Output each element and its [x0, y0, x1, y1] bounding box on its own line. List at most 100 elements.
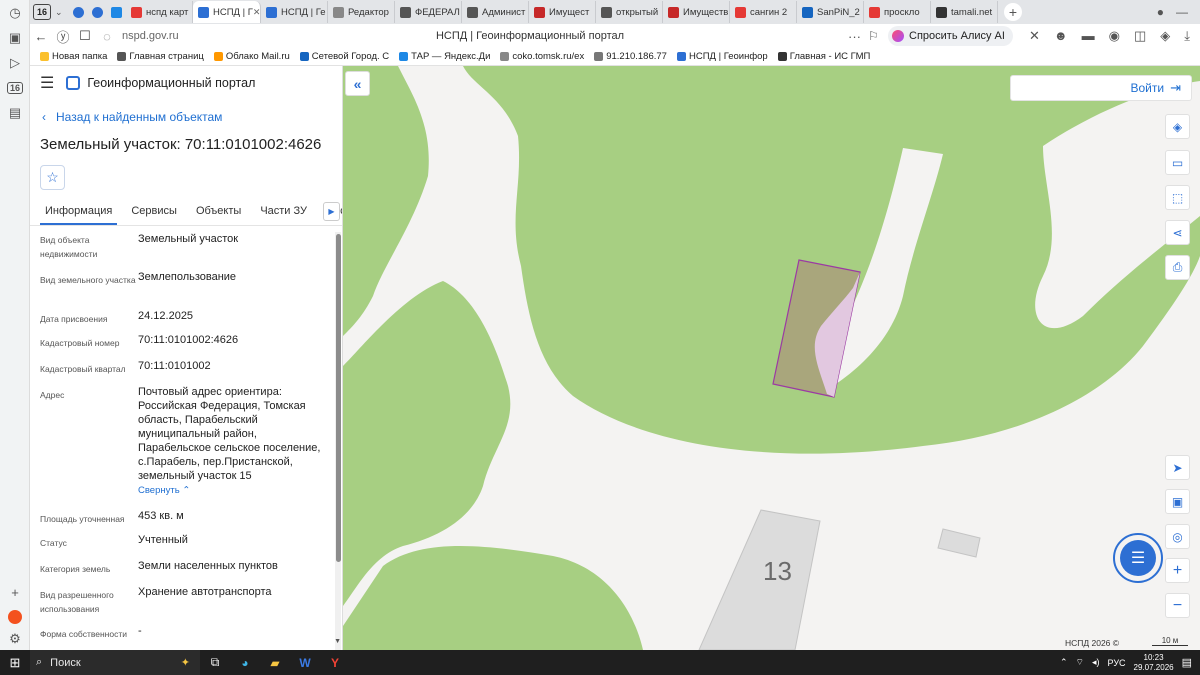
browser-tab[interactable]: нспд карт — [126, 1, 193, 23]
yandex-icon[interactable]: ⓨ — [52, 27, 74, 46]
extension-icon[interactable]: ☻ — [1054, 28, 1068, 44]
browser-tab[interactable]: открытый — [596, 1, 663, 23]
task-view-icon[interactable]: ⧉ — [200, 650, 230, 675]
history-icon[interactable]: ◷ — [0, 0, 30, 25]
collapse-panel-button[interactable]: « — [345, 71, 370, 96]
bookmark-item[interactable]: coko.tomsk.ru/ex — [500, 51, 584, 62]
notifications-icon[interactable]: ▤ — [1182, 656, 1192, 669]
login-button[interactable]: Войти ⇥ — [1010, 75, 1192, 101]
bookmark-item[interactable]: 91.210.186.77 — [594, 51, 667, 62]
panel-tab[interactable]: Части ЗУ — [255, 205, 312, 225]
clock[interactable]: 10:23 29.07.2026 — [1134, 653, 1174, 673]
pinned-tab-icon[interactable] — [111, 6, 122, 18]
add-panel-icon[interactable]: + — [0, 580, 30, 605]
geolocation-button[interactable]: ◎ — [1165, 524, 1190, 549]
bookmark-page-icon[interactable]: ⚐ — [868, 29, 879, 43]
property-row: Вид объекта недвижимости Земельный участо… — [30, 232, 335, 270]
browser-tab[interactable]: Админист — [462, 1, 529, 23]
site-info-icon[interactable]: ◌ — [96, 29, 118, 44]
chat-button[interactable]: ☰ — [1113, 533, 1163, 583]
chevron-down-icon[interactable]: ⌄ — [55, 7, 69, 18]
extension-icon[interactable]: ✕ — [1029, 28, 1040, 44]
language-indicator[interactable]: РУС — [1108, 658, 1126, 668]
file-explorer-icon[interactable]: ▰ — [260, 650, 290, 675]
browser-tab[interactable]: проскло — [864, 1, 931, 23]
select-area-button[interactable]: ⬚ — [1165, 185, 1190, 210]
play-icon[interactable]: ▷ — [0, 50, 30, 75]
edge-icon[interactable]: ◕ — [230, 650, 260, 675]
bookmark-item[interactable]: Главная страниц — [117, 51, 204, 62]
favorite-button[interactable]: ☆ — [40, 165, 65, 190]
feed-icon[interactable]: ▤ — [0, 100, 30, 125]
bookmark-item[interactable]: ТАР — Яндекс.Ди — [399, 51, 490, 62]
property-value-wrap: Земельный участок — [138, 232, 328, 270]
back-link[interactable]: ‹ Назад к найденным объектам — [42, 110, 342, 124]
profile-icon[interactable]: ● — [1157, 5, 1164, 19]
layers-button[interactable]: ◈ — [1165, 114, 1190, 139]
pinned-tab-icon[interactable] — [73, 6, 84, 18]
browser-tab[interactable]: ФЕДЕРАЛ — [395, 1, 462, 23]
back-arrow-icon[interactable]: ← — [30, 29, 52, 44]
url-field[interactable]: nspd.gov.ru — [122, 30, 382, 42]
close-tab-icon[interactable]: ✕ — [253, 7, 260, 18]
scrollbar-thumb[interactable] — [336, 234, 341, 562]
extension-icon[interactable]: ◈ — [1160, 28, 1170, 44]
settings-icon[interactable]: ⚙ — [0, 626, 30, 651]
network-icon[interactable]: ⌔ — [1076, 657, 1084, 668]
collapse-link[interactable]: Свернуть ⌃ — [138, 484, 328, 498]
browser-tab[interactable]: Имущест — [529, 1, 596, 23]
tab-favicon-icon — [266, 6, 277, 18]
browser-tab[interactable]: Редактор — [328, 1, 395, 23]
panel-tab[interactable]: Объекты — [191, 205, 246, 225]
taskbar-search[interactable]: ⌕ Поиск ✦ — [30, 650, 200, 675]
windows-start-icon[interactable]: ⊞ — [0, 655, 30, 671]
address-bar: ← ⓨ ☐ ◌ nspd.gov.ru НСПД | Геоинформацио… — [30, 24, 1200, 48]
tab-count-icon[interactable]: 16 — [0, 75, 30, 100]
bookmark-item[interactable]: Облако Mail.ru — [213, 51, 290, 62]
new-tab-button[interactable]: + — [1004, 3, 1022, 21]
yandex-browser-icon[interactable]: Y — [320, 650, 350, 675]
alice-button[interactable]: Спросить Алису AI — [888, 26, 1013, 46]
word-icon[interactable]: W — [290, 650, 320, 675]
tabs-scroll-right-button[interactable]: ▶ — [323, 202, 340, 221]
minimize-icon[interactable]: — — [1176, 5, 1188, 19]
pinned-tab-icon[interactable] — [92, 6, 103, 18]
menu-icon[interactable]: ☰ — [40, 73, 54, 93]
measure-button[interactable]: ▭ — [1165, 150, 1190, 175]
browser-tab[interactable]: НСПД | Г ✕ — [193, 1, 261, 23]
print-button[interactable]: ⎙ — [1165, 255, 1190, 280]
extension-icon[interactable]: ▬ — [1082, 28, 1095, 44]
extension-icon[interactable]: ◉ — [1109, 28, 1120, 44]
chevron-up-icon: ⌃ — [182, 485, 191, 496]
share-button[interactable]: ⋖ — [1165, 220, 1190, 245]
panel-tab[interactable]: Сервисы — [126, 205, 182, 225]
browser-tab-label: Админист — [482, 6, 526, 18]
download-icon[interactable]: ⤓ — [1184, 28, 1190, 44]
extension-icon[interactable]: ◫ — [1134, 28, 1146, 44]
more-icon[interactable]: ··· — [848, 29, 861, 44]
chat-icon: ☰ — [1120, 540, 1156, 576]
zoom-out-button[interactable]: − — [1165, 593, 1190, 618]
zoom-in-button[interactable]: + — [1165, 558, 1190, 583]
browser-tab[interactable]: НСПД | Ге — [261, 1, 328, 23]
bookmark-item[interactable]: Новая папка — [40, 51, 107, 62]
bookmark-item[interactable]: Главная - ИС ГМП — [777, 51, 870, 62]
collections-icon[interactable]: ▣ — [0, 25, 30, 50]
bookmark-icon[interactable]: ☐ — [74, 28, 96, 44]
browser-tab[interactable]: SanPiN_2 — [797, 1, 864, 23]
map-view[interactable]: 13 « Войти ⇥ ◈ ▭ ⬚ ⋖ ⎙ ➤ ▣ ◎ + − ☰ НСПД … — [343, 66, 1200, 650]
browser-tab-label: проскло — [884, 6, 920, 18]
property-value-wrap: 70:11:0101002:4626 — [138, 333, 328, 359]
scroll-down-arrow[interactable]: ▼ — [334, 638, 341, 645]
browser-tab[interactable]: tamali.net — [931, 1, 998, 23]
panel-tab[interactable]: Информация — [40, 205, 118, 225]
browser-tab[interactable]: сангин 2 — [730, 1, 797, 23]
chevron-up-icon[interactable]: ⌃ — [1060, 657, 1068, 668]
locate-button[interactable]: ➤ — [1165, 455, 1190, 480]
basemap-button[interactable]: ▣ — [1165, 489, 1190, 514]
tab-counter[interactable]: 16 — [33, 4, 51, 20]
volume-icon[interactable]: ◂) — [1092, 657, 1100, 668]
bookmark-item[interactable]: Сетевой Город. С — [299, 51, 389, 62]
bookmark-item[interactable]: НСПД | Геоинфор — [676, 51, 768, 62]
browser-tab[interactable]: Имуществ — [663, 1, 730, 23]
